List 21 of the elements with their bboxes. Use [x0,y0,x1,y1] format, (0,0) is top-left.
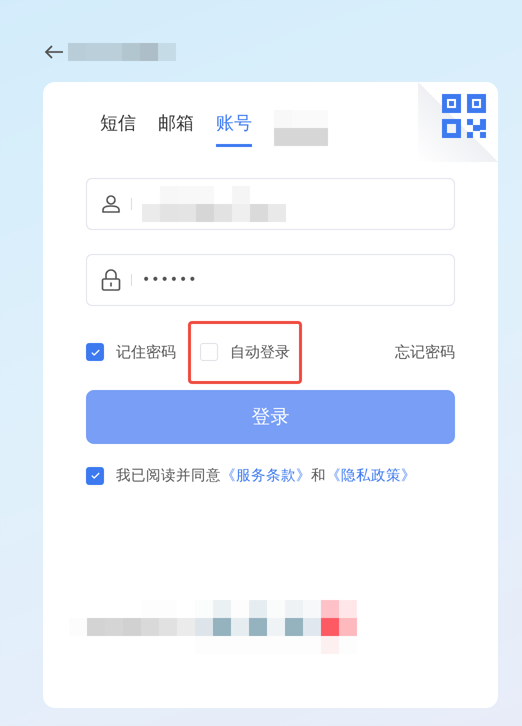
qr-code-icon[interactable] [442,94,486,138]
terms-link[interactable]: 《服务条款》 [221,468,311,484]
tab[interactable]: 短信 [100,110,136,147]
tab[interactable]: 邮箱 [158,110,194,147]
password-value: •••••• [142,272,198,288]
lock-icon [101,269,121,291]
forgot-password-link[interactable]: 忘记密码 [395,342,455,362]
agreement-text: 我已阅读并同意《服务条款》和《隐私政策》 [116,467,416,485]
redacted-mosaic [274,110,328,146]
checkbox[interactable] [86,343,104,361]
option-label: 记住密码 [116,342,176,362]
back-arrow-icon[interactable] [44,45,64,59]
user-icon [101,194,121,214]
password-field[interactable]: •••••• [86,254,455,306]
username-field[interactable] [86,178,455,230]
tab[interactable]: 账号 [216,110,252,147]
checkbox[interactable] [86,466,104,484]
check-icon [90,346,100,358]
check-icon [90,470,100,481]
privacy-link[interactable]: 《隐私政策》 [326,468,416,484]
option-label: 自动登录 [230,342,290,362]
